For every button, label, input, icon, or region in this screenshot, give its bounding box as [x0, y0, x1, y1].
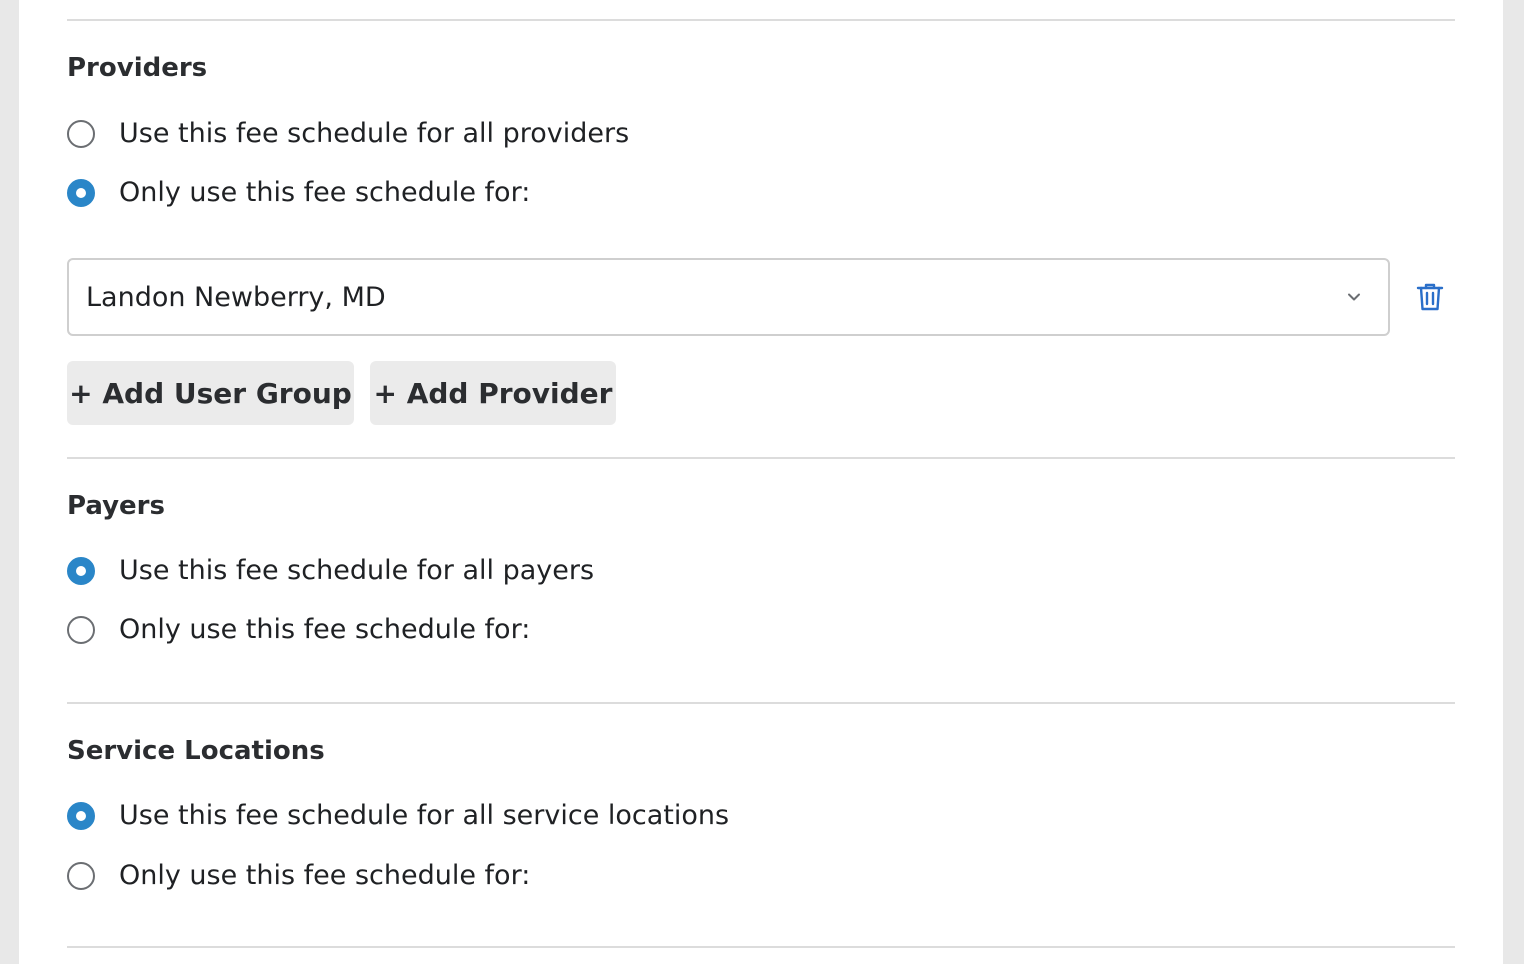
fee-schedule-settings-panel: Providers Use this fee schedule for all … [19, 0, 1503, 964]
radio-payers-only-circle[interactable] [67, 616, 95, 644]
radio-providers-only[interactable]: Only use this fee schedule for: [67, 176, 530, 210]
chevron-down-icon [1348, 293, 1360, 301]
radio-payers-only[interactable]: Only use this fee schedule for: [67, 613, 530, 647]
add-user-group-button[interactable]: + Add User Group [67, 361, 354, 425]
payers-section-title: Payers [67, 491, 165, 521]
divider-providers-payers [67, 457, 1455, 459]
radio-providers-all[interactable]: Use this fee schedule for all providers [67, 117, 629, 151]
radio-locations-only-circle[interactable] [67, 862, 95, 890]
radio-payers-all-circle[interactable] [67, 557, 95, 585]
radio-payers-only-label: Only use this fee schedule for: [119, 614, 531, 645]
radio-locations-only[interactable]: Only use this fee schedule for: [67, 859, 530, 893]
add-provider-button[interactable]: + Add Provider [370, 361, 616, 425]
divider-payers-locations [67, 702, 1455, 704]
divider-top [67, 19, 1455, 21]
radio-payers-all[interactable]: Use this fee schedule for all payers [67, 554, 594, 588]
radio-providers-all-label: Use this fee schedule for all providers [119, 118, 630, 149]
radio-providers-all-circle[interactable] [67, 120, 95, 148]
trash-icon[interactable] [1416, 282, 1444, 312]
radio-providers-only-circle[interactable] [67, 179, 95, 207]
provider-select[interactable]: Landon Newberry, MD [67, 258, 1390, 336]
service-locations-section-title: Service Locations [67, 736, 325, 766]
providers-section-title: Providers [67, 53, 208, 83]
radio-payers-all-label: Use this fee schedule for all payers [119, 555, 595, 586]
divider-bottom [67, 946, 1455, 948]
radio-locations-all[interactable]: Use this fee schedule for all service lo… [67, 799, 729, 833]
radio-locations-all-label: Use this fee schedule for all service lo… [119, 800, 730, 831]
radio-locations-all-circle[interactable] [67, 802, 95, 830]
radio-providers-only-label: Only use this fee schedule for: [119, 177, 531, 208]
provider-select-value: Landon Newberry, MD [86, 281, 386, 313]
radio-locations-only-label: Only use this fee schedule for: [119, 860, 531, 891]
